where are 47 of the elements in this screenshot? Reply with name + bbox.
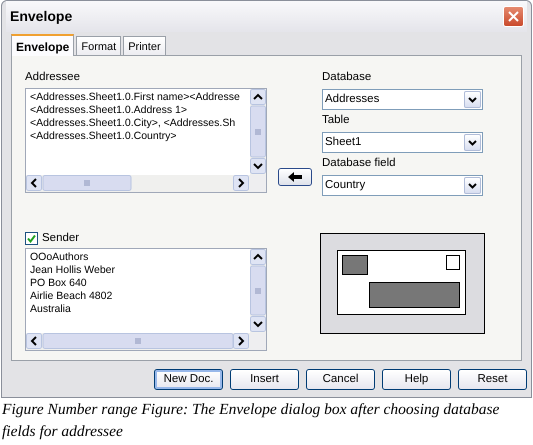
check-icon [27,234,36,242]
chevron-down-icon [468,96,477,102]
dropdown[interactable]: Country [322,175,483,196]
chevron-down-icon [468,182,477,188]
vertical-scrollbar[interactable] [250,249,266,333]
text-line: PO Box 640 [30,277,87,290]
field-label: Database [322,70,372,84]
dropdown-value: Sheet1 [325,134,362,150]
field-label: Database field [322,156,397,170]
text-area[interactable]: <Addresses.Sheet1.0.First name><Addresse <Addresses.Sheet1.0.Address 1> <Addresses.Sheet1.0.City>, <Addresses.Sh <Addresses.Sheet1.0.Country> [25,88,267,193]
text-line: Australia [30,303,71,316]
dialog-button[interactable]: Cancel [306,369,375,390]
vertical-scrollbar[interactable] [250,89,266,175]
text-line: Airlie Beach 4802 [30,290,112,303]
field-label: Addressee [25,70,81,84]
dropdown-value: Country [325,178,366,193]
dialog-button[interactable]: New Doc. [154,369,223,390]
field-label: Table [322,113,350,127]
text-area[interactable]: OOoAuthors Jean Hollis Weber PO Box 640 Airlie Beach 4802 Australia [25,248,267,351]
tab[interactable]: Envelope [11,34,74,56]
checkbox-label: Sender [42,231,80,245]
checkbox[interactable] [25,232,38,244]
dialog-button[interactable]: Insert [230,369,299,390]
scrollbar-corner [250,333,266,350]
text-line: <Addresses.Sheet1.0.City>, <Addresses.Sh [30,117,236,130]
horizontal-scrollbar[interactable] [26,333,250,350]
dialog-button[interactable]: Help [382,369,451,390]
scrollbar-corner [250,175,266,192]
close-icon [508,11,519,22]
horizontal-scrollbar[interactable] [26,175,250,192]
figure-caption: Figure Number range Figure: The Envelope dialog box after choosing database fields for addressee [1,400,500,442]
insert-field-button[interactable] [278,168,312,186]
text-line: Jean Hollis Weber [30,264,116,277]
dropdown-value: Addresses [325,92,380,107]
text-line: <Addresses.Sheet1.0.First name><Addresse [30,91,240,104]
text-line: OOoAuthors [30,251,88,264]
close-button[interactable] [503,6,524,27]
text-line: <Addresses.Sheet1.0.Address 1> [30,104,188,117]
tab[interactable]: Format [76,36,122,55]
left-arrow-icon [288,172,302,182]
dropdown[interactable]: Addresses [322,89,483,110]
dropdown[interactable]: Sheet1 [322,132,483,153]
chevron-down-icon [468,140,477,146]
dialog-button[interactable]: Reset [458,369,527,390]
window-title: Envelope [10,7,72,26]
text-line: <Addresses.Sheet1.0.Country> [30,130,177,143]
tab[interactable]: Printer [123,36,166,55]
